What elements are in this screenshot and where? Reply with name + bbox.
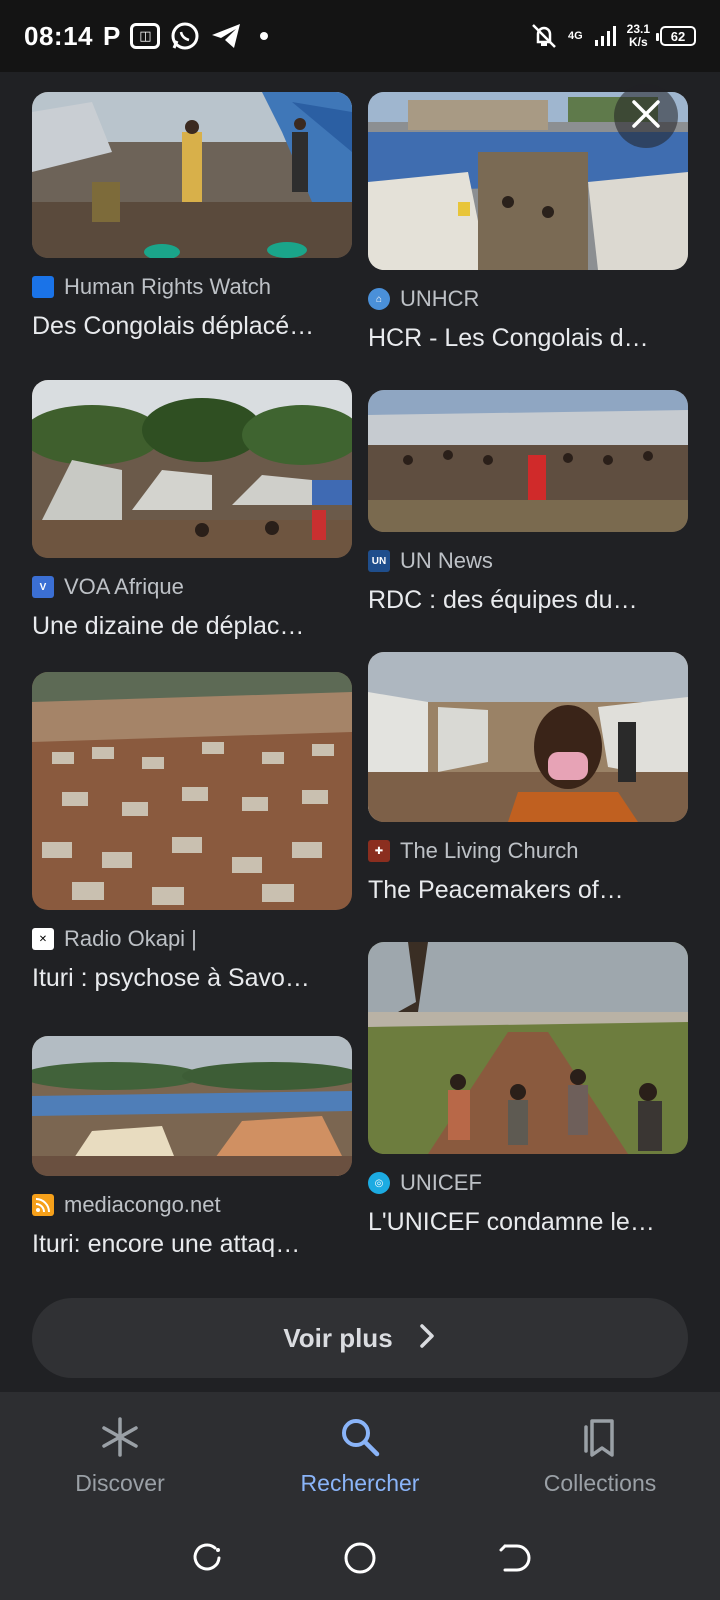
result-thumbnail[interactable] [368, 652, 688, 822]
whatsapp-icon [170, 21, 200, 51]
chevron-right-icon [417, 1323, 437, 1354]
voa-favicon-icon: V [32, 576, 54, 598]
bottom-navigation: Discover Rechercher Collections [0, 1392, 720, 1520]
network-type: 4G [567, 30, 583, 42]
radio-okapi-favicon-icon: ✕ [32, 928, 54, 950]
result-thumbnail[interactable] [368, 390, 688, 532]
network-speed: 23.1 K/s [627, 23, 650, 49]
result-thumbnail[interactable] [32, 380, 352, 558]
result-card[interactable]: ✚ The Living Church The Peacemakers of… [368, 652, 688, 905]
show-more-button[interactable]: Voir plus [32, 1298, 688, 1378]
search-icon [338, 1415, 382, 1464]
unicef-favicon-icon: ◎ [368, 1172, 390, 1194]
result-card[interactable]: UN UN News RDC : des équipes du… [368, 390, 688, 615]
battery-level: 62 [670, 28, 686, 44]
recent-apps-icon[interactable] [189, 1540, 225, 1581]
collections-icon [578, 1415, 622, 1464]
result-title[interactable]: The Peacemakers of… [368, 876, 668, 905]
result-source: mediacongo.net [64, 1192, 221, 1217]
show-more-label: Voir plus [283, 1322, 393, 1353]
battery-icon: 62 [656, 26, 696, 46]
image-results-grid: Human Rights Watch Des Congolais déplacé… [0, 72, 720, 1392]
result-title[interactable]: Une dizaine de déplac… [32, 612, 332, 641]
speed-unit: K/s [628, 35, 648, 49]
result-card[interactable]: Human Rights Watch Des Congolais déplacé… [32, 92, 352, 341]
nav-label: Discover [75, 1470, 165, 1496]
result-title[interactable]: HCR - Les Congolais d… [368, 324, 668, 353]
result-card[interactable]: ◎ UNICEF L'UNICEF condamne le… [368, 942, 688, 1237]
result-thumbnail[interactable] [32, 92, 352, 258]
result-source: Radio Okapi | [64, 926, 197, 951]
nav-search[interactable]: Rechercher [240, 1392, 480, 1520]
gallery-app-icon: ◫ [130, 23, 161, 49]
result-source: The Living Church [400, 838, 579, 863]
nav-discover[interactable]: Discover [0, 1392, 240, 1520]
close-button[interactable] [614, 84, 678, 148]
unhcr-favicon-icon: ⌂ [368, 288, 390, 310]
result-title[interactable]: RDC : des équipes du… [368, 586, 668, 615]
result-source: Human Rights Watch [64, 274, 272, 299]
rss-favicon-icon [32, 1194, 54, 1216]
status-bar: 08:14 P ◫ 4G 23.1 K/s 62 [0, 0, 720, 72]
result-thumbnail[interactable] [368, 942, 688, 1154]
parking-icon: P [103, 20, 121, 51]
nav-label: Rechercher [300, 1470, 420, 1496]
do-not-disturb-icon [530, 22, 558, 50]
result-title[interactable]: L'UNICEF condamne le… [368, 1208, 668, 1237]
result-source: UNICEF [400, 1170, 482, 1195]
home-icon[interactable] [342, 1540, 378, 1581]
result-thumbnail[interactable] [32, 1036, 352, 1176]
result-title[interactable]: Des Congolais déplacé… [32, 312, 332, 341]
result-title[interactable]: Ituri : psychose à Savo… [32, 964, 332, 993]
living-church-favicon-icon: ✚ [368, 840, 390, 862]
result-source: UN News [400, 548, 493, 573]
result-card[interactable]: mediacongo.net Ituri: encore une attaq… [32, 1036, 352, 1259]
signal-icon [593, 24, 617, 48]
hrw-favicon-icon [32, 276, 54, 298]
close-icon [629, 97, 663, 136]
result-card[interactable]: ✕ Radio Okapi | Ituri : psychose à Savo… [32, 672, 352, 993]
nav-label: Collections [543, 1470, 657, 1496]
result-title[interactable]: Ituri: encore une attaq… [32, 1230, 332, 1259]
result-card[interactable]: V VOA Afrique Une dizaine de déplac… [32, 380, 352, 641]
notification-dot-icon [260, 32, 269, 40]
asterisk-icon [98, 1415, 142, 1464]
system-navigation-bar [0, 1520, 720, 1600]
back-icon[interactable] [495, 1540, 531, 1581]
clock: 08:14 [24, 20, 93, 51]
telegram-icon [210, 22, 242, 50]
result-source: UNHCR [400, 286, 480, 311]
result-thumbnail[interactable] [32, 672, 352, 910]
un-news-favicon-icon: UN [368, 550, 390, 572]
nav-collections[interactable]: Collections [480, 1392, 720, 1520]
result-source: VOA Afrique [64, 574, 184, 599]
